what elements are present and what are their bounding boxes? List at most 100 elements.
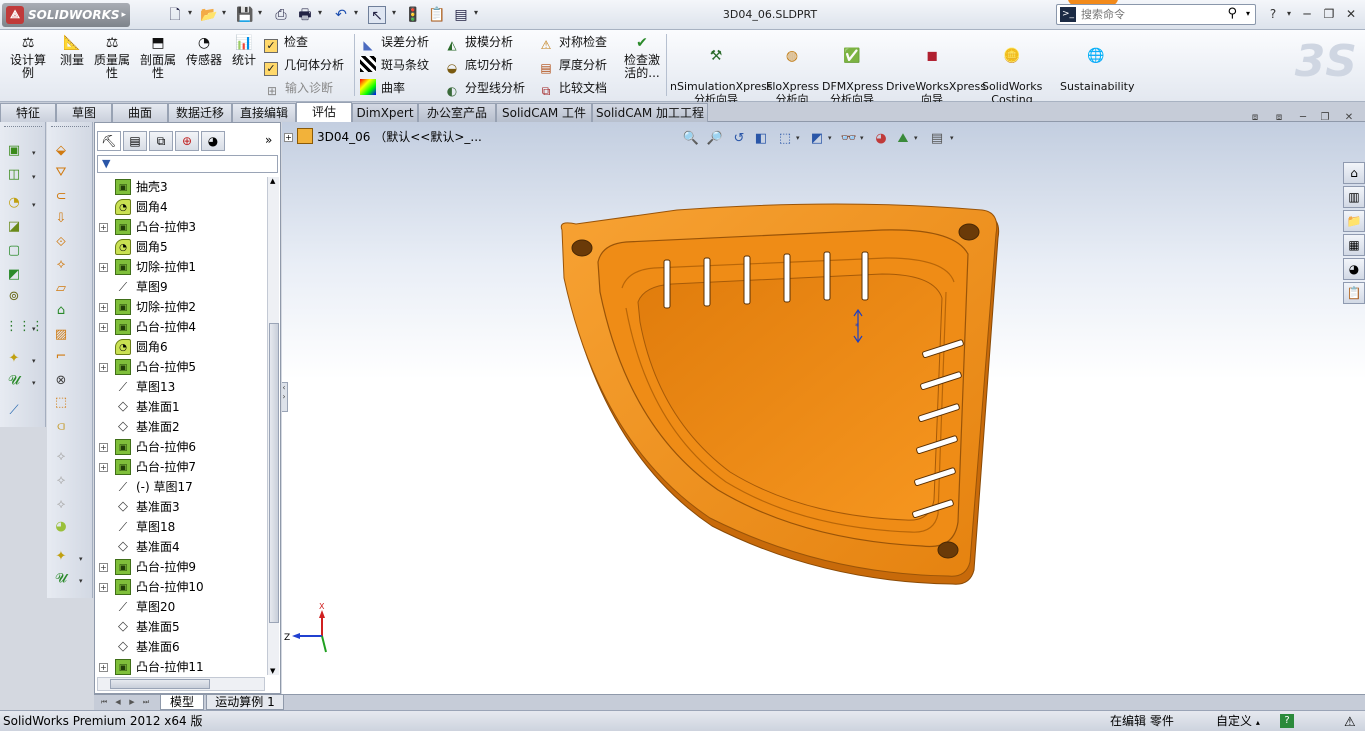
chevron-down-icon[interactable]: ▾ — [79, 577, 83, 585]
tree-node[interactable]: ⟋ 草图13 — [95, 377, 267, 397]
quick-tips-icon[interactable]: ? — [1280, 714, 1294, 728]
scroll-thumb[interactable] — [110, 679, 210, 689]
chevron-down-icon[interactable]: ▾ — [318, 8, 322, 17]
expand-icon[interactable]: + — [99, 223, 108, 232]
chamfer-icon[interactable]: ◪ — [5, 218, 23, 236]
tree-node[interactable]: ◇ 基准面6 — [95, 637, 267, 657]
chevron-down-icon[interactable]: ▾ — [354, 8, 358, 17]
dfmxpress-button[interactable]: ✅ DFMXpress 分析向导 — [822, 34, 883, 106]
linear-pattern-icon[interactable]: ⋮⋮⋮ — [5, 318, 44, 336]
feature-manager-tab-icon[interactable]: ⛏ — [97, 131, 121, 151]
revolved-boss-icon[interactable]: ◫ — [5, 166, 23, 184]
search-commands-box[interactable]: >_ ⚲ ▾ — [1056, 4, 1256, 25]
expand-icon[interactable]: + — [99, 443, 108, 452]
open-file-icon[interactable]: 📂 — [200, 6, 218, 24]
zebra-stripes-button[interactable]: 斑马条纹 — [360, 55, 429, 75]
intersect-icon[interactable]: ⬚ — [52, 394, 70, 412]
scroll-down-icon[interactable]: ▼ — [270, 667, 275, 675]
view-palette-icon[interactable]: ▦ — [1343, 234, 1365, 256]
tab-surfaces[interactable]: 曲面 — [112, 103, 168, 122]
chevron-down-icon[interactable]: ▾ — [392, 8, 396, 17]
tab-dimxpert[interactable]: DimXpert — [352, 103, 418, 122]
fillet-xpert-icon[interactable]: ◕ — [52, 518, 70, 536]
dimxpert-manager-tab-icon[interactable]: ⊕ — [175, 131, 199, 151]
design-study-button[interactable]: ⚖ 设计算例 — [8, 34, 48, 80]
last-tab-icon[interactable]: ⏭ — [140, 697, 152, 708]
move-copy-icon[interactable]: ⟡ — [52, 472, 70, 490]
solidworks-menu-button[interactable]: ⟁ SOLIDWORKS ▸ — [2, 3, 130, 27]
close-icon[interactable]: ✕ — [1342, 6, 1360, 22]
chevron-down-icon[interactable]: ▾ — [79, 555, 83, 563]
driveworksxpress-button[interactable]: ◼ DriveWorksXpress 向导 — [886, 34, 986, 106]
undercut-analysis-button[interactable]: ◒ 底切分析 — [444, 55, 513, 75]
file-properties-icon[interactable]: 📋 — [428, 6, 446, 24]
check-button[interactable]: ✓ 检查 — [264, 32, 308, 53]
home-icon[interactable]: ⌂ — [1343, 162, 1365, 184]
tab-solidcam-stock[interactable]: SolidCAM 工件 — [496, 103, 592, 122]
appearances-icon[interactable]: ◕ — [1343, 258, 1365, 280]
scroll-up-icon[interactable]: ▲ — [270, 177, 275, 185]
viewport-close-icon[interactable]: ✕ — [1342, 112, 1356, 124]
property-manager-tab-icon[interactable]: ▤ — [123, 131, 147, 151]
section-properties-button[interactable]: ⬒ 剖面属性 — [138, 34, 178, 80]
minimize-icon[interactable]: ─ — [1298, 6, 1316, 22]
tree-node[interactable]: + ▣ 凸台-拉伸4 — [95, 317, 267, 337]
tab-features[interactable]: 特征 — [0, 103, 56, 122]
design-library-icon[interactable]: ▥ — [1343, 186, 1365, 208]
chevron-down-icon[interactable]: ▾ — [32, 173, 36, 181]
search-input[interactable] — [1081, 7, 1221, 22]
fillet-icon[interactable]: ◔ — [5, 194, 23, 212]
rebuild-status-icon[interactable]: ⚠ — [1344, 713, 1356, 731]
viewport-tile-icon[interactable]: ⧈ — [1248, 112, 1262, 124]
draft-icon[interactable]: ◩ — [5, 266, 23, 284]
tree-node[interactable]: ◇ 基准面5 — [95, 617, 267, 637]
extruded-boss-icon[interactable]: ▣ — [5, 142, 23, 160]
wrap-icon[interactable]: ⟡ — [52, 256, 70, 274]
tree-node[interactable]: ⟋ (-) 草图17 — [95, 477, 267, 497]
geometry-analysis-button[interactable]: ✓ 几何体分析 — [264, 55, 344, 76]
thickness-analysis-button[interactable]: ▤ 厚度分析 — [538, 55, 607, 75]
tab-solidcam-machining[interactable]: SolidCAM 加工工程 — [592, 103, 708, 122]
extruded-cut-icon[interactable]: ⇩ — [52, 210, 70, 228]
revolved-cut-icon[interactable]: ⊂ — [52, 188, 70, 206]
simulationxpress-button[interactable]: ⚒ nSimulationXpress 分析向导 — [670, 34, 773, 106]
tree-node[interactable]: + ▣ 切除-拉伸1 — [95, 257, 267, 277]
file-explorer-icon[interactable]: 📁 — [1343, 210, 1365, 232]
save-icon[interactable]: 💾 — [236, 6, 254, 24]
deviation-analysis-button[interactable]: ◣ 误差分析 — [360, 32, 429, 52]
chevron-down-icon[interactable]: ▾ — [1246, 9, 1250, 18]
tree-filter-box[interactable]: ▼ — [97, 155, 278, 173]
tree-node[interactable]: ◇ 基准面1 — [95, 397, 267, 417]
draft-analysis-button[interactable]: ◭ 拔模分析 — [444, 32, 513, 52]
prev-tab-icon[interactable]: ◀ — [112, 697, 124, 708]
split-icon[interactable]: ⫏ — [52, 418, 70, 436]
delete-face-icon[interactable]: ⊗ — [52, 372, 70, 390]
expand-icon[interactable]: + — [99, 463, 108, 472]
expand-icon[interactable]: + — [99, 663, 108, 672]
display-manager-tab-icon[interactable]: ◕ — [201, 131, 225, 151]
chevron-down-icon[interactable]: ▾ — [32, 379, 36, 387]
tree-node[interactable]: ◔ 圆角5 — [95, 237, 267, 257]
options-icon[interactable]: ▤ — [452, 6, 470, 24]
tree-node[interactable]: ◔ 圆角6 — [95, 337, 267, 357]
graphics-viewport[interactable]: ‹ › +3D04_06 （默认<<默认>_... 🔍 🔎 ↺ ◧ ⬚ ▾ ◩ ▾ 👓… — [282, 122, 1365, 694]
measure-button[interactable]: 📐 测量 — [56, 34, 88, 67]
tree-node[interactable]: + ▣ 切除-拉伸2 — [95, 297, 267, 317]
search-icon[interactable]: ⚲ — [1227, 6, 1237, 21]
statistics-button[interactable]: 📊 统计 — [228, 34, 260, 67]
chevron-down-icon[interactable]: ▾ — [222, 8, 226, 17]
parting-line-analysis-button[interactable]: ◐ 分型线分析 — [444, 78, 525, 98]
combine-icon[interactable]: ⟡ — [52, 496, 70, 514]
curves-icon[interactable]: 𝓤 — [5, 372, 23, 390]
chevron-down-icon[interactable]: ▾ — [474, 8, 478, 17]
scroll-thumb[interactable] — [269, 323, 279, 623]
custom-properties-icon[interactable]: 📋 — [1343, 282, 1365, 304]
tree-node[interactable]: + ▣ 凸台-拉伸11 — [95, 657, 267, 675]
mirror-icon[interactable]: ⟡ — [52, 448, 70, 466]
tree-node[interactable]: + ▣ 凸台-拉伸6 — [95, 437, 267, 457]
curvature-button[interactable]: 曲率 — [360, 78, 405, 98]
flex-icon[interactable]: ⌐ — [52, 348, 70, 366]
check-active-document-button[interactable]: ✔ 检查激活的... — [622, 34, 662, 80]
expand-icon[interactable]: + — [99, 263, 108, 272]
reference-geometry-icon[interactable]: ✦ — [5, 350, 23, 368]
